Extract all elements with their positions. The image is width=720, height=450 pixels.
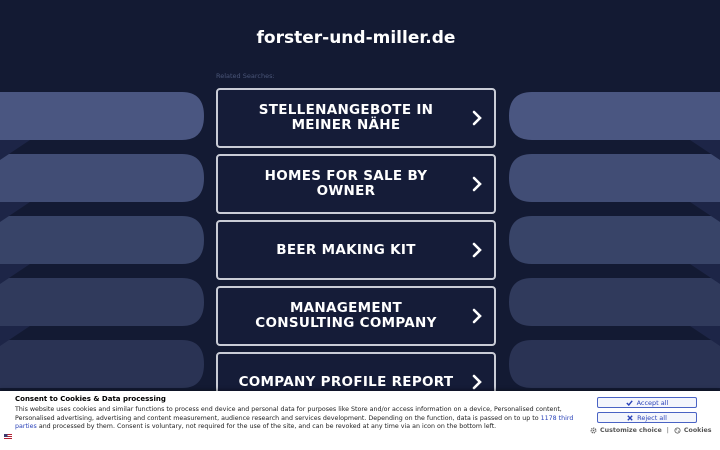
accept-all-button[interactable]: Accept all [597, 397, 697, 408]
site-title[interactable]: forster-und-miller.de [0, 28, 712, 48]
close-icon [627, 414, 633, 421]
gear-icon [590, 427, 597, 434]
customize-choice-button[interactable]: Customize choice [590, 427, 662, 434]
consent-footer: Customize choice | Cookies [590, 427, 712, 434]
flag-icon[interactable] [4, 434, 12, 440]
reject-all-button[interactable]: Reject all [597, 412, 697, 423]
related-link-1[interactable]: STELLENANGEBOTE IN MEINER NÄHE [216, 88, 496, 148]
customize-choice-label: Customize choice [600, 427, 662, 434]
checkmark-icon [625, 399, 633, 406]
chevron-right-icon [472, 242, 482, 258]
related-link-text: HOMES FOR SALE BY OWNER [264, 168, 428, 199]
chevron-right-icon [472, 176, 482, 192]
related-link-text: MANAGEMENT CONSULTING COMPANY [255, 300, 437, 331]
related-link-text: BEER MAKING KIT [276, 241, 416, 258]
cookie-consent-banner: Consent to Cookies & Data processing Thi… [0, 391, 720, 450]
cookie-icon [674, 427, 681, 434]
cookies-label: Cookies [683, 427, 712, 434]
related-searches-label: Related Searches: [216, 72, 275, 80]
related-link-3[interactable]: BEER MAKING KIT [216, 220, 496, 280]
related-link-text: COMPANY PROFILE REPORT [238, 373, 454, 390]
chevron-right-icon [472, 308, 482, 324]
related-link-2[interactable]: HOMES FOR SALE BY OWNER [216, 154, 496, 214]
consent-title: Consent to Cookies & Data processing [15, 395, 166, 403]
related-link-4[interactable]: MANAGEMENT CONSULTING COMPANY [216, 286, 496, 346]
chevron-right-icon [472, 110, 482, 126]
consent-text-before: This website uses cookies and similar fu… [15, 406, 562, 422]
consent-description: This website uses cookies and similar fu… [15, 406, 583, 432]
chevron-right-icon [472, 374, 482, 390]
accept-all-label: Accept all [636, 398, 669, 407]
cookies-button[interactable]: Cookies [674, 427, 712, 434]
footer-separator: | [666, 427, 669, 434]
related-links-list: STELLENANGEBOTE IN MEINER NÄHE HOMES FOR… [216, 88, 496, 418]
consent-text-after: and processed by them. Consent is volunt… [36, 423, 497, 431]
reject-all-label: Reject all [637, 413, 667, 422]
related-link-text: STELLENANGEBOTE IN MEINER NÄHE [258, 102, 434, 133]
